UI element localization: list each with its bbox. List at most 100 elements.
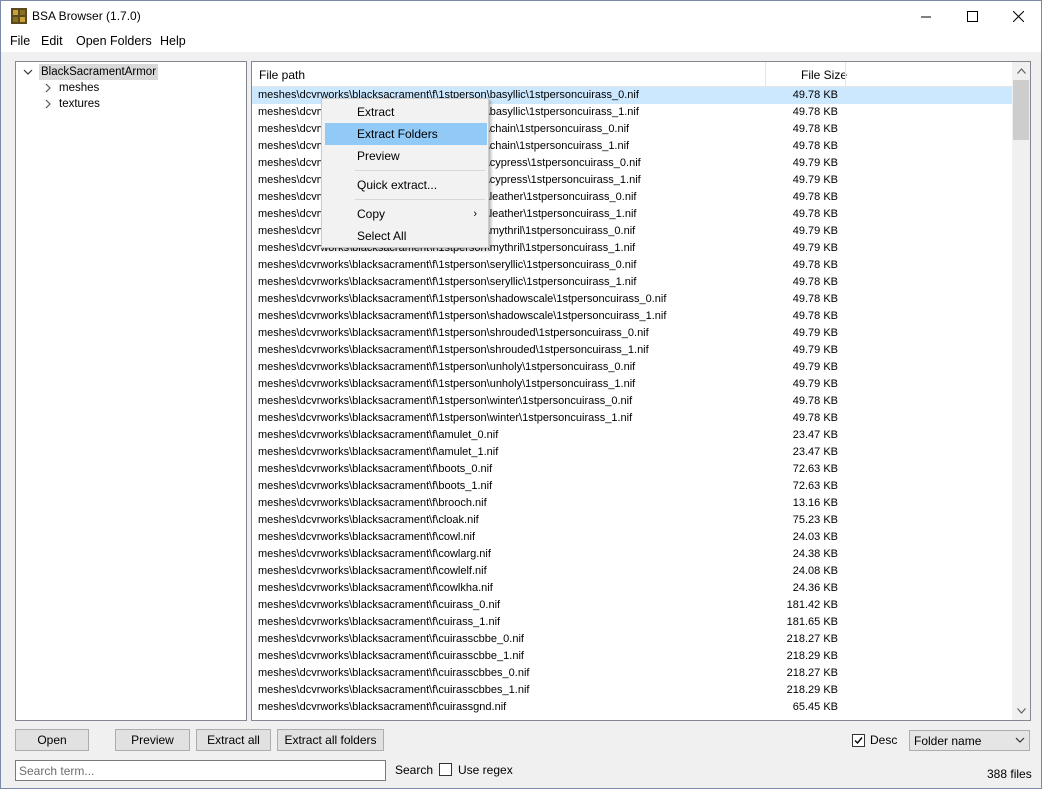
bsa-app-icon	[11, 8, 27, 24]
table-row[interactable]: meshes\dcvrworks\blacksacrament\f\boots_…	[252, 478, 1014, 495]
file-path-cell: meshes\dcvrworks\blacksacrament\f\cloak.…	[258, 514, 479, 526]
chevron-down-icon[interactable]	[22, 64, 34, 80]
menu-file[interactable]: File	[10, 34, 30, 48]
menu-separator	[355, 199, 485, 200]
scroll-thumb[interactable]	[1013, 80, 1029, 140]
sort-by-value: Folder name	[914, 734, 982, 748]
file-path-cell: meshes\dcvrworks\blacksacrament\f\1stper…	[258, 412, 633, 424]
folder-tree[interactable]: BlackSacramentArmor meshes textures	[15, 61, 247, 721]
table-row[interactable]: meshes\dcvrworks\blacksacrament\f\1stper…	[252, 291, 1014, 308]
ctx-extract-folders[interactable]: Extract Folders	[325, 123, 487, 145]
table-row[interactable]: meshes\dcvrworks\blacksacrament\f\cuiras…	[252, 665, 1014, 682]
chevron-right-icon[interactable]	[42, 80, 54, 96]
chevron-down-icon	[1016, 708, 1026, 714]
file-path-cell: meshes\dcvrworks\blacksacrament\f\1stper…	[258, 293, 667, 305]
table-row[interactable]: meshes\dcvrworks\blacksacrament\f\1stper…	[252, 342, 1014, 359]
file-path-cell: meshes\dcvrworks\blacksacrament\f\cuiras…	[258, 633, 524, 645]
column-header-path[interactable]: File path	[259, 68, 305, 82]
menu-open-folders[interactable]: Open Folders	[76, 34, 152, 48]
table-row[interactable]: meshes\dcvrworks\blacksacrament\f\cuiras…	[252, 614, 1014, 631]
table-row[interactable]: meshes\dcvrworks\blacksacrament\f\1stper…	[252, 274, 1014, 291]
column-divider[interactable]	[765, 62, 766, 87]
search-label: Search	[395, 763, 434, 777]
chevron-down-icon	[1015, 737, 1025, 743]
search-input[interactable]	[15, 760, 386, 781]
menu-help[interactable]: Help	[160, 34, 186, 48]
scroll-down-button[interactable]	[1012, 702, 1030, 720]
table-row[interactable]: meshes\dcvrworks\blacksacrament\f\cowlel…	[252, 563, 1014, 580]
table-row[interactable]: meshes\dcvrworks\blacksacrament\f\cuiras…	[252, 699, 1014, 716]
file-size-cell: 49.78 KB	[792, 412, 838, 424]
file-size-cell: 49.78 KB	[792, 259, 838, 271]
table-row[interactable]: meshes\dcvrworks\blacksacrament\f\brooch…	[252, 495, 1014, 512]
scroll-up-button[interactable]	[1012, 62, 1030, 80]
file-size-cell: 49.79 KB	[792, 327, 838, 339]
column-divider[interactable]	[845, 62, 846, 87]
sort-by-select[interactable]: Folder name	[909, 730, 1030, 751]
extract-all-folders-button[interactable]: Extract all folders	[277, 729, 384, 751]
file-path-cell: meshes\dcvrworks\blacksacrament\f\amulet…	[258, 429, 499, 441]
file-size-cell: 49.79 KB	[792, 361, 838, 373]
app-window: BSA Browser (1.7.0) File Edit Open Folde…	[0, 0, 1042, 789]
use-regex-label: Use regex	[458, 763, 513, 777]
vertical-scrollbar[interactable]	[1012, 62, 1030, 720]
file-size-cell: 49.78 KB	[792, 191, 838, 203]
file-size-cell: 24.38 KB	[792, 548, 838, 560]
ctx-select-all[interactable]: Select All	[325, 225, 487, 247]
table-row[interactable]: meshes\dcvrworks\blacksacrament\f\1stper…	[252, 376, 1014, 393]
table-row[interactable]: meshes\dcvrworks\blacksacrament\f\1stper…	[252, 325, 1014, 342]
extract-all-button[interactable]: Extract all	[196, 729, 271, 751]
file-size-cell: 49.79 KB	[792, 344, 838, 356]
checkmark-icon	[854, 737, 863, 745]
table-row[interactable]: meshes\dcvrworks\blacksacrament\f\cuiras…	[252, 648, 1014, 665]
table-row[interactable]: meshes\dcvrworks\blacksacrament\f\1stper…	[252, 257, 1014, 274]
file-size-cell: 181.42 KB	[786, 599, 838, 611]
preview-button[interactable]: Preview	[115, 729, 190, 751]
chevron-right-icon[interactable]	[42, 96, 54, 112]
ctx-copy-label: Copy	[357, 207, 386, 221]
table-row[interactable]: meshes\dcvrworks\blacksacrament\f\amulet…	[252, 444, 1014, 461]
open-button[interactable]: Open	[15, 729, 89, 751]
file-size-cell: 72.63 KB	[792, 480, 838, 492]
file-size-cell: 49.78 KB	[792, 293, 838, 305]
file-path-cell: meshes\dcvrworks\blacksacrament\f\1stper…	[258, 259, 637, 271]
minimize-icon	[921, 16, 931, 17]
file-size-cell: 49.78 KB	[792, 395, 838, 407]
maximize-button[interactable]	[949, 1, 995, 32]
close-icon	[1012, 11, 1024, 22]
use-regex-checkbox[interactable]	[439, 763, 452, 776]
menu-edit[interactable]: Edit	[41, 34, 63, 48]
table-row[interactable]: meshes\dcvrworks\blacksacrament\f\cloak.…	[252, 512, 1014, 529]
ctx-preview[interactable]: Preview	[325, 145, 487, 167]
file-path-cell: meshes\dcvrworks\blacksacrament\f\cuiras…	[258, 667, 530, 679]
desc-checkbox[interactable]	[852, 734, 865, 747]
ctx-quick-extract[interactable]: Quick extract...	[325, 174, 487, 196]
table-row[interactable]: meshes\dcvrworks\blacksacrament\f\cuiras…	[252, 682, 1014, 699]
close-button[interactable]	[995, 1, 1041, 32]
table-row[interactable]: meshes\dcvrworks\blacksacrament\f\cowlar…	[252, 546, 1014, 563]
table-row[interactable]: meshes\dcvrworks\blacksacrament\f\cowl.n…	[252, 529, 1014, 546]
table-row[interactable]: meshes\dcvrworks\blacksacrament\f\amulet…	[252, 427, 1014, 444]
table-row[interactable]: meshes\dcvrworks\blacksacrament\f\1stper…	[252, 393, 1014, 410]
table-row[interactable]: meshes\dcvrworks\blacksacrament\f\boots_…	[252, 461, 1014, 478]
ctx-copy[interactable]: Copy ›	[325, 203, 487, 225]
context-menu: Extract Extract Folders Preview Quick ex…	[321, 98, 489, 248]
maximize-icon	[966, 11, 978, 22]
table-row[interactable]: meshes\dcvrworks\blacksacrament\f\cuiras…	[252, 631, 1014, 648]
table-row[interactable]: meshes\dcvrworks\blacksacrament\f\1stper…	[252, 359, 1014, 376]
file-size-cell: 24.36 KB	[792, 582, 838, 594]
title-bar[interactable]: BSA Browser (1.7.0)	[1, 1, 1041, 32]
ctx-extract[interactable]: Extract	[325, 101, 487, 123]
file-path-cell: meshes\dcvrworks\blacksacrament\f\boots_…	[258, 480, 493, 492]
file-path-cell: meshes\dcvrworks\blacksacrament\f\cuiras…	[258, 650, 524, 662]
tree-node-label: BlackSacramentArmor	[39, 64, 159, 80]
table-row[interactable]: meshes\dcvrworks\blacksacrament\f\cuiras…	[252, 597, 1014, 614]
list-header: File path File Size	[252, 62, 1014, 87]
file-size-cell: 49.78 KB	[792, 208, 838, 220]
table-row[interactable]: meshes\dcvrworks\blacksacrament\f\1stper…	[252, 410, 1014, 427]
table-row[interactable]: meshes\dcvrworks\blacksacrament\f\cowlkh…	[252, 580, 1014, 597]
file-path-cell: meshes\dcvrworks\blacksacrament\f\1stper…	[258, 310, 667, 322]
table-row[interactable]: meshes\dcvrworks\blacksacrament\f\1stper…	[252, 308, 1014, 325]
minimize-button[interactable]	[903, 1, 949, 32]
column-header-size[interactable]: File Size	[801, 68, 847, 82]
